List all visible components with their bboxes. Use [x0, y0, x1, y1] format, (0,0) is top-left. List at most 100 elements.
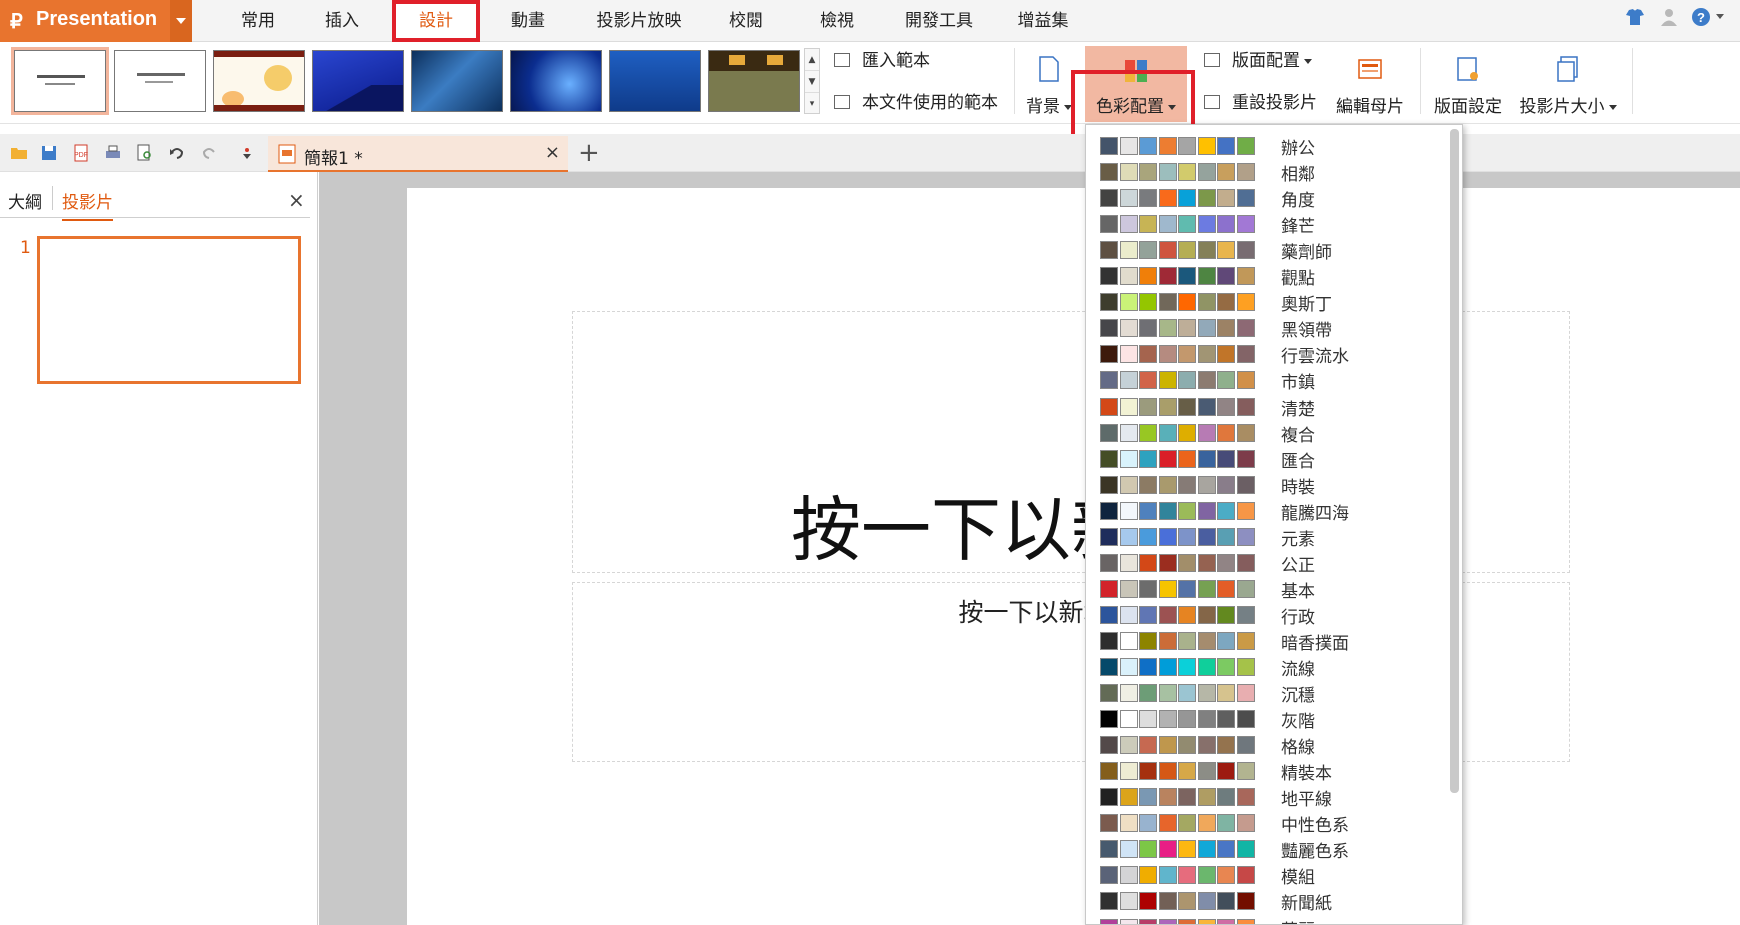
color-swatch — [1197, 475, 1216, 494]
skin-icon[interactable] — [1624, 6, 1646, 28]
gallery-scroll-up-icon[interactable]: ▲ — [805, 49, 819, 71]
slide-canvas[interactable]: 按一下以新增標題 按一下以新增副標題 — [407, 188, 1740, 925]
template-thumb-2[interactable] — [114, 50, 206, 112]
color-scheme-item[interactable]: 複合 — [1086, 420, 1446, 446]
color-swatch — [1236, 137, 1255, 155]
dropdown-scrollbar[interactable] — [1450, 129, 1459, 793]
customize-toolbar-icon[interactable] — [238, 144, 256, 162]
color-scheme-item[interactable]: 時裝 — [1086, 472, 1446, 498]
color-scheme-name: 模組 — [1281, 868, 1315, 889]
import-template-button[interactable]: 匯入範本 — [834, 48, 984, 74]
color-swatch — [1236, 501, 1255, 520]
color-swatch — [1178, 345, 1196, 364]
save-icon[interactable] — [40, 144, 58, 162]
tab-design[interactable]: 設計 — [392, 0, 480, 42]
color-scheme-item[interactable]: 奧斯丁 — [1086, 289, 1446, 315]
color-scheme-item[interactable]: 中性色系 — [1086, 810, 1446, 836]
tab-outline[interactable]: 大綱 — [8, 188, 42, 213]
reset-slide-button[interactable]: 重設投影片 — [1204, 90, 1328, 116]
user-icon[interactable] — [1658, 6, 1680, 28]
help-dropdown-arrow[interactable] — [1716, 14, 1724, 19]
edit-master-button[interactable]: 編輯母片 — [1330, 42, 1410, 122]
tab-slides[interactable]: 投影片 — [62, 188, 113, 221]
gallery-scrollbar[interactable]: ▲ ▼ ▾ — [804, 48, 820, 114]
new-tab-button[interactable]: + — [578, 138, 600, 168]
layout-button[interactable]: 版面配置 — [1204, 48, 1328, 74]
slide-size-icon — [1557, 56, 1578, 82]
document-tab[interactable]: 簡報1 * × — [268, 136, 568, 172]
color-scheme-item[interactable]: 灰階 — [1086, 706, 1446, 732]
color-scheme-item[interactable]: 觀點 — [1086, 263, 1446, 289]
color-scheme-item[interactable]: 藥劑師 — [1086, 237, 1446, 263]
tab-addins[interactable]: 增益集 — [1010, 0, 1076, 42]
color-swatch — [1100, 840, 1118, 859]
tab-review[interactable]: 校閱 — [722, 0, 770, 42]
color-scheme-item[interactable]: 鋒芒 — [1086, 211, 1446, 237]
document-templates-button[interactable]: 本文件使用的範本 — [834, 90, 1010, 116]
print-preview-icon[interactable] — [136, 144, 154, 162]
color-scheme-item[interactable]: 行雲流水 — [1086, 341, 1446, 367]
color-swatch — [1217, 215, 1235, 234]
template-thumb-3[interactable] — [213, 50, 305, 112]
background-button[interactable]: 背景 — [1024, 42, 1074, 122]
slide-size-button[interactable]: 投影片大小 — [1516, 42, 1620, 122]
template-thumb-5[interactable] — [411, 50, 503, 112]
template-thumb-6[interactable] — [510, 50, 602, 112]
tab-insert[interactable]: 插入 — [318, 0, 366, 42]
color-scheme-item[interactable]: 行政 — [1086, 602, 1446, 628]
color-scheme-item[interactable]: 相鄰 — [1086, 159, 1446, 185]
color-scheme-item[interactable]: 新聞紙 — [1086, 888, 1446, 914]
tab-home[interactable]: 常用 — [226, 0, 290, 42]
print-icon[interactable] — [104, 144, 122, 162]
color-scheme-item[interactable]: 流線 — [1086, 654, 1446, 680]
color-scheme-item[interactable]: 清楚 — [1086, 394, 1446, 420]
template-thumb-8[interactable] — [708, 50, 800, 112]
close-pane-icon[interactable]: × — [288, 188, 305, 212]
color-scheme-item[interactable]: 公正 — [1086, 550, 1446, 576]
color-scheme-item[interactable]: 華麗 — [1086, 915, 1446, 924]
export-pdf-icon[interactable]: PDF — [72, 144, 90, 162]
color-swatch — [1197, 319, 1216, 338]
gallery-expand-icon[interactable]: ▾ — [805, 93, 819, 115]
color-scheme-item[interactable]: 地平線 — [1086, 784, 1446, 810]
template-thumb-4[interactable] — [312, 50, 404, 112]
color-scheme-item[interactable]: 市鎮 — [1086, 367, 1446, 393]
tab-slideshow[interactable]: 投影片放映 — [586, 0, 692, 42]
color-scheme-item[interactable]: 沉穩 — [1086, 680, 1446, 706]
slide-size-label: 投影片大小 — [1516, 92, 1620, 117]
color-scheme-item[interactable]: 元素 — [1086, 524, 1446, 550]
color-scheme-item[interactable]: 角度 — [1086, 185, 1446, 211]
undo-icon[interactable] — [168, 144, 186, 162]
app-menu-dropdown-arrow[interactable] — [170, 0, 192, 42]
color-scheme-item[interactable]: 辦公 — [1086, 133, 1446, 159]
page-setup-button[interactable]: 版面設定 — [1428, 42, 1508, 122]
color-swatch — [1178, 501, 1196, 520]
color-swatch — [1236, 631, 1255, 650]
tab-developer[interactable]: 開發工具 — [896, 0, 982, 42]
redo-icon[interactable] — [200, 144, 218, 162]
help-icon[interactable]: ? — [1690, 6, 1712, 28]
color-scheme-item[interactable]: 暗香撲面 — [1086, 628, 1446, 654]
close-tab-icon[interactable]: × — [545, 142, 560, 163]
import-template-label: 匯入範本 — [862, 51, 930, 71]
color-scheme-item[interactable]: 精裝本 — [1086, 758, 1446, 784]
color-scheme-item[interactable]: 匯合 — [1086, 446, 1446, 472]
color-scheme-item[interactable]: 龍騰四海 — [1086, 498, 1446, 524]
app-menu-button[interactable]: ₽ Presentation — [0, 0, 192, 42]
template-thumb-7[interactable] — [609, 50, 701, 112]
color-scheme-item[interactable]: 豔麗色系 — [1086, 836, 1446, 862]
color-scheme-item[interactable]: 模組 — [1086, 862, 1446, 888]
color-swatch — [1119, 241, 1138, 260]
open-folder-icon[interactable] — [10, 144, 28, 162]
gallery-scroll-down-icon[interactable]: ▼ — [805, 71, 819, 93]
color-scheme-item[interactable]: 基本 — [1086, 576, 1446, 602]
color-swatch — [1119, 423, 1138, 442]
tab-animation[interactable]: 動畫 — [504, 0, 552, 42]
color-swatch — [1100, 814, 1118, 833]
slide-thumbnail[interactable] — [37, 236, 301, 384]
tab-view[interactable]: 檢視 — [813, 0, 861, 42]
template-thumb-1[interactable] — [11, 47, 109, 115]
color-scheme-item[interactable]: 黑領帶 — [1086, 315, 1446, 341]
color-swatch — [1100, 866, 1118, 885]
color-scheme-item[interactable]: 格線 — [1086, 732, 1446, 758]
